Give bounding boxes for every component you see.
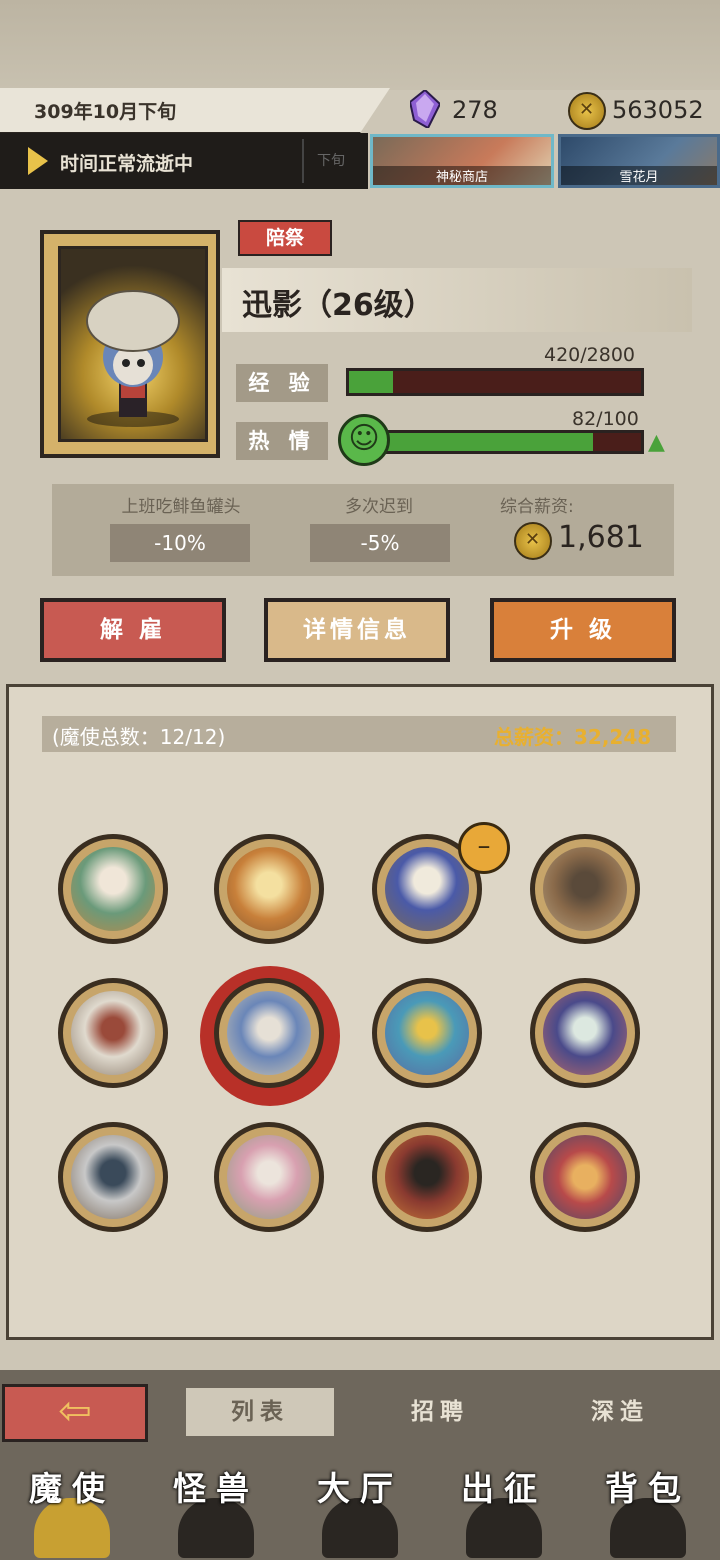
mage-count: (魔使总数：12/12)	[52, 725, 226, 749]
passion-label: 热 情	[236, 422, 328, 460]
main-tab-label: 怪兽	[173, 1469, 259, 1508]
mage-avatar[interactable]	[58, 834, 168, 944]
character-name: 迅影（26级）	[242, 288, 434, 323]
mage-avatar[interactable]	[58, 1122, 168, 1232]
main-tab-label: 背包	[605, 1469, 691, 1508]
tab-recruit[interactable]: 招聘	[366, 1388, 514, 1436]
mystery-shop-label: 神秘商店	[373, 166, 551, 185]
main-tab-mages[interactable]: 魔使	[4, 1462, 140, 1560]
character-portrait	[58, 246, 208, 442]
top-strip	[0, 0, 720, 90]
main-tab-label: 魔使	[29, 1469, 115, 1508]
exp-bar	[346, 368, 644, 396]
role-tag: 陪祭	[238, 220, 332, 256]
back-arrow-icon: ⇦	[58, 1388, 92, 1434]
crystal-gem-icon	[410, 90, 440, 128]
passion-value: 82/100	[572, 408, 639, 430]
salary-value: 1,681	[558, 520, 644, 555]
snow-moon-label: 雪花月	[561, 166, 717, 185]
total-salary: 总薪资：32,248	[494, 725, 652, 749]
time-status-text: 时间正常流逝中	[60, 153, 194, 175]
details-button[interactable]: 详情信息	[264, 598, 450, 662]
mage-avatar[interactable]	[58, 978, 168, 1088]
fire-button[interactable]: 解 雇	[40, 598, 226, 662]
main-tab-label: 出征	[461, 1469, 547, 1508]
modifier-value-2: -5%	[310, 524, 450, 562]
mystery-shop-tile[interactable]: 神秘商店	[370, 134, 554, 188]
gold-count: 563052	[612, 96, 704, 124]
date-banner: 309年10月下旬	[0, 88, 390, 135]
up-arrow-icon: ▲	[648, 430, 665, 455]
main-tab-bag[interactable]: 背包	[580, 1462, 716, 1560]
date-text: 309年10月下旬	[34, 101, 177, 123]
tab-deepen[interactable]: 深造	[546, 1388, 694, 1436]
main-tab-label: 大厅	[317, 1469, 403, 1508]
back-button[interactable]: ⇦	[2, 1384, 148, 1442]
main-tab-hall[interactable]: 大厅	[292, 1462, 428, 1560]
salary-label: 综合薪资:	[500, 497, 574, 517]
exp-label: 经 验	[236, 364, 328, 402]
exp-value: 420/2800	[544, 344, 636, 366]
passion-bar	[370, 430, 644, 454]
happy-face-icon: ☺	[338, 414, 390, 466]
neutral-face-icon: –	[458, 822, 510, 874]
modifier-title-1: 上班吃鲱鱼罐头	[121, 497, 241, 517]
snow-moon-tile[interactable]: 雪花月	[558, 134, 720, 188]
tab-list[interactable]: 列表	[186, 1388, 334, 1436]
mage-avatar[interactable]	[372, 1122, 482, 1232]
main-tab-expedition[interactable]: 出征	[436, 1462, 572, 1560]
mage-avatar[interactable]	[530, 1122, 640, 1232]
gold-coin-icon	[568, 92, 606, 130]
mage-avatar[interactable]	[530, 978, 640, 1088]
mage-avatar[interactable]	[372, 978, 482, 1088]
gem-count: 278	[452, 96, 498, 124]
main-tab-monsters[interactable]: 怪兽	[148, 1462, 284, 1560]
name-bar: 迅影（26级）	[222, 268, 692, 332]
mage-avatar[interactable]	[214, 1122, 324, 1232]
mage-avatar[interactable]	[530, 834, 640, 944]
exp-bar-fill	[349, 371, 393, 393]
time-segment: 下旬	[302, 139, 358, 183]
time-control-bar[interactable]: 时间正常流逝中 下旬	[0, 133, 368, 189]
modifier-title-2: 多次迟到	[345, 497, 413, 517]
mage-avatar[interactable]	[214, 834, 324, 944]
salary-coin-icon	[514, 522, 552, 560]
upgrade-button[interactable]: 升 级	[490, 598, 676, 662]
modifier-value-1: -10%	[110, 524, 250, 562]
passion-bar-fill	[373, 433, 593, 451]
mage-avatar-selected[interactable]	[214, 978, 324, 1088]
play-icon[interactable]	[28, 147, 48, 175]
